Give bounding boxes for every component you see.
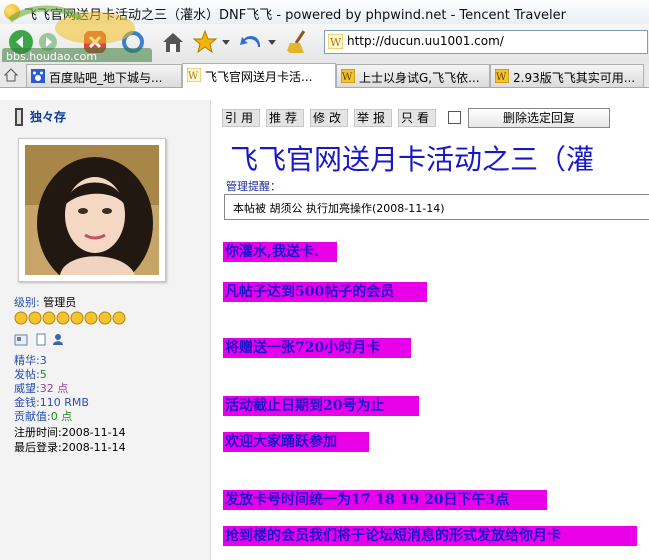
avatar-photo bbox=[25, 145, 159, 275]
message-doc-icon[interactable] bbox=[36, 333, 46, 346]
undo-dropdown-icon[interactable] bbox=[268, 38, 276, 46]
last-login: 最后登录:2008-11-14 bbox=[14, 441, 126, 454]
post-line: 抢到楼的会员我们将于论坛短消息的形式发放给你月卡 bbox=[223, 526, 637, 546]
level-value: 管理员 bbox=[43, 296, 77, 309]
select-reply-checkbox[interactable] bbox=[448, 111, 461, 124]
post-line: 将赠送一张720小时月卡 bbox=[223, 338, 411, 358]
quote-button[interactable]: 引用 bbox=[222, 109, 260, 127]
edit-button[interactable]: 修改 bbox=[310, 109, 348, 127]
level-row: 级别: 管理员 bbox=[14, 294, 76, 310]
title-bar: 飞飞官网送月卡活动之三（灌水）DNF飞飞 - powered by phpwin… bbox=[0, 0, 649, 25]
post-line: 欢迎大家踊跃参加 bbox=[223, 432, 369, 452]
moderator-note-box: 本帖被 胡须公 执行加亮操作(2008-11-14) bbox=[224, 194, 649, 220]
svg-text:W: W bbox=[496, 72, 507, 83]
svg-text:W: W bbox=[188, 71, 199, 82]
favorites-star-icon[interactable] bbox=[192, 29, 218, 55]
recommend-button[interactable]: 推荐 bbox=[266, 109, 304, 127]
tab-label: 上士以身试G,飞飞依... bbox=[359, 71, 480, 85]
add-friend-icon[interactable] bbox=[52, 333, 65, 346]
avatar bbox=[18, 138, 166, 282]
tab-post-2[interactable]: W 上士以身试G,飞飞依... bbox=[336, 64, 490, 87]
undo-icon[interactable] bbox=[238, 29, 264, 55]
browser-icon bbox=[4, 4, 20, 20]
tab-baidu-tieba[interactable]: 百度贴吧_地下城与... bbox=[26, 64, 182, 87]
view-only-button[interactable]: 只看 bbox=[398, 109, 436, 127]
post-line: 发放卡号时间统一为17 18 19 20日下午3点 bbox=[223, 490, 547, 510]
site-favicon: W bbox=[187, 68, 201, 82]
moderator-label: 管理提醒： bbox=[226, 180, 281, 193]
stop-icon[interactable] bbox=[82, 29, 108, 55]
clean-broom-icon[interactable] bbox=[284, 29, 310, 55]
tab-active-post[interactable]: W 飞飞官网送月卡活... bbox=[182, 63, 336, 88]
username[interactable]: 独々存 bbox=[30, 108, 66, 125]
post-area: 引用 推荐 修改 举报 只看 删除选定回复 飞飞官网送月卡活动之三（灌 管理提醒… bbox=[218, 88, 649, 548]
tab-label: 飞飞官网送月卡活... bbox=[205, 70, 313, 84]
post-line: 你灌水,我送卡. bbox=[223, 242, 337, 262]
home-tab-icon[interactable] bbox=[4, 68, 18, 82]
post-line: 活动截止日期到20号为止 bbox=[223, 396, 419, 416]
moderator-note: 本帖被 胡须公 执行加亮操作(2008-11-14) bbox=[233, 202, 445, 215]
toolbar: W http://ducun.uu1001.com/ bbox=[0, 24, 649, 63]
favorites-dropdown-icon[interactable] bbox=[222, 38, 230, 46]
post-line: 凡帖子达到500帖子的会员 bbox=[223, 282, 427, 302]
back-icon[interactable] bbox=[8, 29, 34, 55]
svg-text:W: W bbox=[342, 72, 353, 83]
site-favicon: W bbox=[341, 69, 355, 83]
svg-text:W: W bbox=[330, 36, 342, 49]
level-label: 级别: bbox=[14, 296, 40, 309]
user-info-panel: 独々存 级别: 管理员 精华:3 发帖:5 威望:32 点 金钱:110 RMB… bbox=[0, 100, 211, 560]
post-title: 飞飞官网送月卡活动之三（灌 bbox=[230, 143, 595, 176]
window-title: 飞飞官网送月卡活动之三（灌水）DNF飞飞 - powered by phpwin… bbox=[24, 8, 566, 23]
register-time: 注册时间:2008-11-14 bbox=[14, 426, 126, 439]
rank-medals-icon bbox=[14, 311, 126, 325]
refresh-icon[interactable] bbox=[120, 29, 146, 55]
home-icon[interactable] bbox=[160, 29, 186, 55]
baidu-paw-icon bbox=[31, 69, 45, 83]
page-content: 独々存 级别: 管理员 精华:3 发帖:5 威望:32 点 金钱:110 RMB… bbox=[0, 88, 649, 560]
profile-card-icon[interactable] bbox=[14, 334, 28, 346]
delete-selected-button[interactable]: 删除选定回复 bbox=[468, 108, 610, 128]
user-zipper-icon bbox=[15, 108, 23, 126]
address-url: http://ducun.uu1001.com/ bbox=[347, 34, 504, 48]
tab-label: 2.93版飞飞其实可用... bbox=[513, 71, 636, 85]
site-favicon: W bbox=[495, 69, 509, 83]
address-bar[interactable]: W http://ducun.uu1001.com/ bbox=[324, 30, 648, 54]
forward-icon[interactable] bbox=[38, 32, 58, 52]
tab-label: 百度贴吧_地下城与... bbox=[49, 71, 163, 85]
tab-bar: 百度贴吧_地下城与... W 飞飞官网送月卡活... W 上士以身试G,飞飞依.… bbox=[0, 62, 649, 88]
stat-contribution: 贡献值:0 点 bbox=[14, 410, 73, 423]
report-button[interactable]: 举报 bbox=[354, 109, 392, 127]
site-favicon: W bbox=[328, 34, 343, 49]
tab-post-3[interactable]: W 2.93版飞飞其实可用... bbox=[490, 64, 644, 87]
